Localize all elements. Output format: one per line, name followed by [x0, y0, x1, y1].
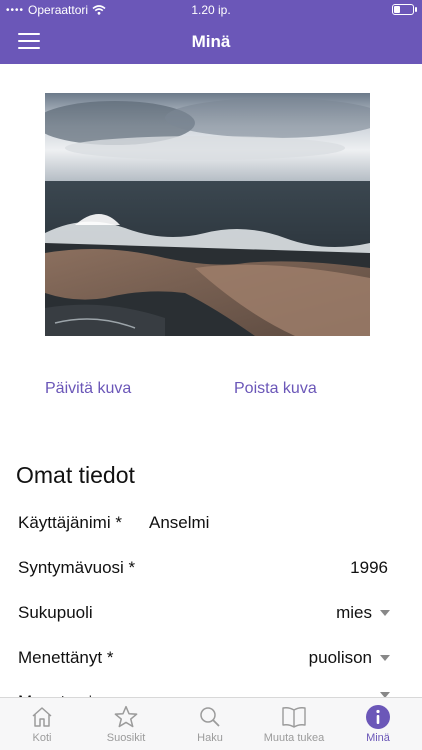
- tab-search-label: Haku: [197, 732, 223, 744]
- status-time: 1.20 ip.: [191, 3, 231, 17]
- tab-favorites-label: Suosikit: [106, 732, 146, 744]
- info-icon: [336, 704, 420, 730]
- username-field[interactable]: Anselmi: [149, 513, 209, 533]
- profile-photo: [45, 93, 370, 336]
- update-photo-link[interactable]: Päivitä kuva: [45, 380, 131, 398]
- tab-favorites[interactable]: Suosikit: [84, 704, 168, 744]
- gender-select[interactable]: mies: [336, 603, 390, 623]
- lost-label: Menettänyt *: [18, 648, 114, 667]
- tab-home[interactable]: Koti: [0, 704, 84, 744]
- remove-photo-link[interactable]: Poista kuva: [234, 380, 317, 398]
- lost-row: Menettänyt * puolison: [18, 648, 390, 672]
- star-icon: [84, 704, 168, 730]
- gender-row: Sukupuoli mies: [18, 603, 390, 627]
- nav-bar: Minä: [0, 20, 422, 64]
- tab-home-label: Koti: [32, 732, 52, 744]
- tab-bar: Koti Suosikit Haku Muuta tukea Minä: [0, 697, 422, 750]
- tab-other-support-label: Muuta tukea: [263, 732, 325, 744]
- book-icon: [252, 704, 336, 730]
- lost-select[interactable]: puolison: [309, 648, 390, 668]
- birth-year-label: Syntymävuosi *: [18, 558, 136, 577]
- page-title: Minä: [191, 32, 231, 51]
- photo-actions: Päivitä kuva Poista kuva: [0, 380, 422, 400]
- birth-year-row: Syntymävuosi * 1996: [18, 558, 390, 582]
- tab-search[interactable]: Haku: [168, 704, 252, 744]
- lost-value: puolison: [308, 648, 372, 667]
- birth-year-field[interactable]: 1996: [350, 558, 388, 578]
- gender-value: mies: [336, 603, 372, 622]
- tab-other-support[interactable]: Muuta tukea: [252, 704, 336, 744]
- home-icon: [0, 704, 84, 730]
- tab-me-label: Minä: [366, 732, 390, 744]
- gender-label: Sukupuoli: [18, 603, 93, 622]
- dropdown-arrow-icon: [380, 655, 390, 661]
- battery-icon: [392, 4, 417, 15]
- dropdown-arrow-icon: [380, 610, 390, 616]
- username-row: Käyttäjänimi * Anselmi: [18, 513, 390, 537]
- username-label: Käyttäjänimi *: [18, 513, 122, 532]
- status-bar: •••• Operaattori 1.20 ip.: [0, 0, 422, 20]
- tab-me[interactable]: Minä: [336, 704, 420, 744]
- search-icon: [168, 704, 252, 730]
- section-title: Omat tiedot: [16, 462, 135, 488]
